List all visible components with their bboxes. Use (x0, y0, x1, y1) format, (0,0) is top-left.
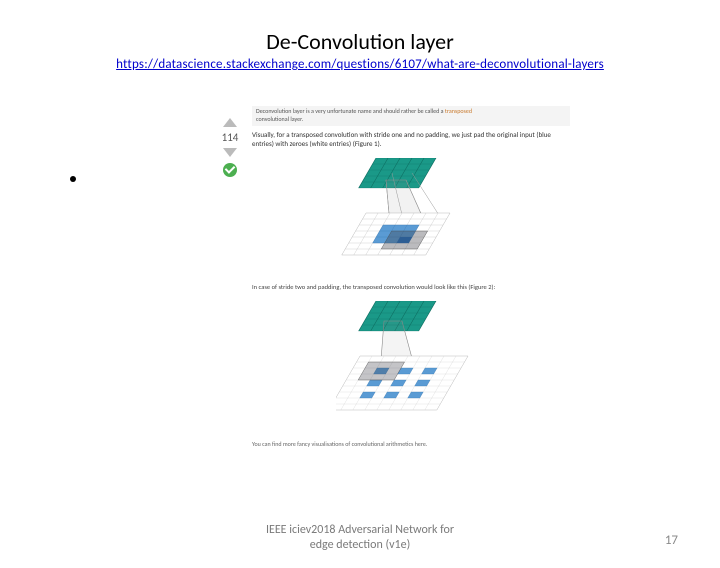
upvote-icon[interactable] (223, 118, 237, 127)
intro-text-c: convolutional layer. (256, 115, 303, 123)
source-link[interactable]: https://datascience.stackexchange.com/qu… (0, 57, 720, 72)
figure-2 (252, 301, 570, 431)
page-number: 17 (665, 533, 678, 548)
figure-1 (252, 158, 570, 273)
footer-line-1: IEEE iciev2018 Adversarial Network for (266, 523, 454, 537)
answer-end-text: You can find more fancy visualisations o… (252, 441, 570, 449)
intro-text-a: Deconvolution layer is a very unfortunat… (256, 107, 445, 115)
answer-paragraph-1: Visually, for a transposed convolution w… (252, 130, 570, 148)
vote-column: 114 (215, 116, 245, 177)
figure-2-caption: In case of stride two and padding, the t… (252, 283, 570, 291)
answer-body: Deconvolution layer is a very unfortunat… (252, 106, 570, 449)
vote-count: 114 (215, 131, 245, 144)
accepted-check-icon (223, 163, 237, 177)
intro-highlight: transposed (445, 107, 472, 115)
answer-intro: Deconvolution layer is a very unfortunat… (252, 106, 570, 126)
footer-text: IEEE iciev2018 Adversarial Network for e… (0, 523, 720, 552)
answer-content: 114 Deconvolution layer is a very unfort… (220, 106, 570, 449)
bullet-point (70, 176, 76, 182)
slide-title: De-Convolution layer (0, 28, 720, 55)
downvote-icon[interactable] (223, 148, 237, 157)
